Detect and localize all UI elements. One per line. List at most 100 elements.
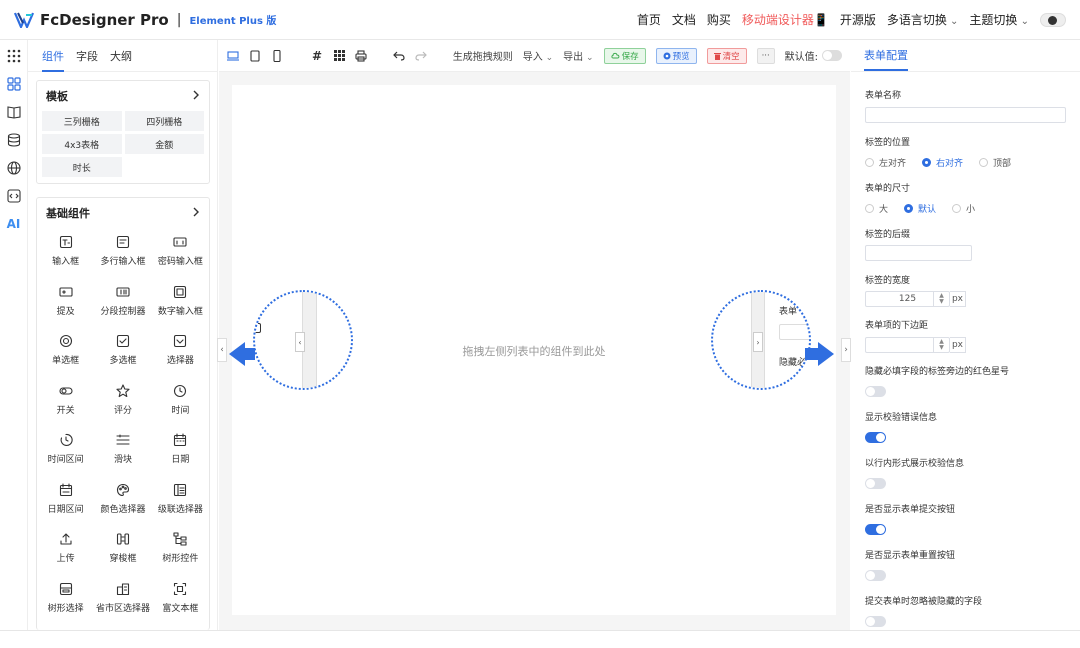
redo-icon[interactable] [415, 50, 427, 62]
ai-assistant-button[interactable]: AI [6, 216, 22, 232]
nav-open-source[interactable]: 开源版 [840, 11, 876, 28]
component-upload[interactable]: 上传 [37, 529, 94, 579]
component-segmented[interactable]: 分段控制器 [94, 282, 151, 332]
collapse-left-panel-button[interactable]: ‹ [217, 338, 227, 362]
component-switch[interactable]: 开关 [37, 381, 94, 431]
component-number-input[interactable]: 数字输入框 [152, 282, 209, 332]
component-radio[interactable]: 单选框 [37, 331, 94, 381]
undo-icon[interactable] [393, 50, 405, 62]
template-item[interactable]: 四列栅格 [124, 111, 204, 131]
radio-size-default[interactable]: 默认 [904, 202, 936, 215]
component-slider[interactable]: 滑块 [94, 430, 151, 480]
components-icon[interactable] [6, 76, 22, 92]
component-date-range[interactable]: 日期区间 [37, 480, 94, 530]
label-suffix-input[interactable] [865, 245, 972, 261]
top-navbar: FcDesigner Pro | Element Plus 版 首页 文档 购买… [0, 0, 1080, 40]
transfer-icon [116, 532, 130, 546]
toggle-label: 以行内形式展示校验信息 [865, 459, 965, 469]
default-value-toggle[interactable]: 默认值: [785, 48, 842, 63]
show-reset-button-switch[interactable] [865, 570, 886, 581]
generate-rules-button[interactable]: 生成拖拽规则 [453, 48, 513, 63]
component-password[interactable]: 密码输入框 [152, 232, 209, 282]
more-button[interactable]: ··· [756, 47, 775, 64]
template-item[interactable]: 三列栅格 [42, 111, 122, 131]
template-item[interactable]: 4x3表格 [42, 134, 122, 154]
book-icon[interactable] [6, 104, 22, 120]
component-select[interactable]: 选择器 [152, 331, 209, 381]
component-cascader[interactable]: 级联选择器 [152, 480, 209, 530]
default-value-switch[interactable] [822, 50, 842, 61]
radio-top-align[interactable]: 顶部 [979, 156, 1011, 169]
stepper-arrows-icon[interactable]: ▲ ▼ [933, 338, 949, 352]
left-panel-tabs: 组件 字段 大纲 [28, 40, 217, 72]
component-tree[interactable]: 树形控件 [152, 529, 209, 579]
nav-language-switch[interactable]: 多语言切换 [887, 11, 959, 28]
grid-icon[interactable] [333, 50, 345, 62]
print-icon[interactable] [355, 49, 367, 62]
clear-button[interactable]: 清空 [706, 47, 747, 64]
nav-home[interactable]: 首页 [637, 11, 661, 28]
hash-icon[interactable]: # [311, 49, 323, 63]
component-transfer[interactable]: 穿梭框 [94, 529, 151, 579]
component-region[interactable]: 省市区选择器 [94, 579, 151, 629]
component-label: 上传 [56, 554, 75, 564]
tablet-view-icon[interactable] [249, 49, 261, 62]
form-name-input[interactable] [865, 107, 1066, 123]
tab-fields[interactable]: 字段 [76, 48, 98, 64]
collapse-right-panel-button[interactable]: › [841, 338, 851, 362]
basic-components-header[interactable]: 基础组件 [37, 198, 209, 228]
component-clock[interactable]: 时间 [152, 381, 209, 431]
import-dropdown[interactable]: 导入 [523, 48, 553, 63]
template-item[interactable]: 金额 [124, 134, 204, 154]
radio-size-large[interactable]: 大 [865, 202, 888, 215]
component-textarea[interactable]: 多行输入框 [94, 232, 151, 282]
form-config-panel: 表单配置 表单名称 标签的位置 左对齐 右对齐 顶部 表单的尺寸 大 默认 小 … [851, 40, 1080, 630]
desktop-view-icon[interactable] [227, 50, 239, 62]
time-range-icon [59, 433, 73, 447]
apps-grid-icon[interactable] [6, 48, 22, 64]
inline-validation-switch[interactable] [865, 478, 886, 489]
database-icon[interactable] [6, 132, 22, 148]
ignore-hidden-fields-switch[interactable] [865, 616, 886, 627]
component-label: 树形选择 [47, 603, 84, 614]
code-icon[interactable] [6, 188, 22, 204]
save-button[interactable]: 保存 [603, 47, 646, 64]
label-width-stepper[interactable]: 125 ▲ ▼ px [865, 291, 966, 307]
component-tree-select[interactable]: 树形选择 [37, 579, 94, 629]
hide-required-asterisk-switch[interactable] [865, 386, 886, 397]
basic-components-grid: 输入框 多行输入框 密码输入框提及 分段控制器 数字输入框单选框 多选框 选择器开关 评分 时间… [37, 228, 209, 628]
component-star[interactable]: 评分 [94, 381, 151, 431]
tab-outline[interactable]: 大纲 [110, 48, 132, 64]
show-submit-button-switch[interactable] [865, 524, 886, 535]
radio-left-align[interactable]: 左对齐 [865, 156, 906, 169]
textarea-icon [116, 235, 130, 249]
component-label: 日期 [171, 455, 190, 465]
mobile-view-icon[interactable] [271, 49, 283, 62]
radio-right-align[interactable]: 右对齐 [922, 156, 963, 169]
preview-button[interactable]: 预览 [655, 47, 697, 64]
logo[interactable]: FcDesigner Pro | Element Plus 版 [14, 11, 276, 29]
stepper-arrows-icon[interactable]: ▲ ▼ [933, 292, 949, 306]
templates-header[interactable]: 模板 [37, 81, 209, 111]
nav-theme-switch[interactable]: 主题切换 [969, 11, 1029, 28]
component-text-input[interactable]: 输入框 [37, 232, 94, 282]
show-validation-message-switch[interactable] [865, 432, 886, 443]
tab-form-config[interactable]: 表单配置 [864, 47, 908, 71]
nav-buy[interactable]: 购买 [707, 11, 731, 28]
globe-icon[interactable] [6, 160, 22, 176]
nav-docs[interactable]: 文档 [672, 11, 696, 28]
theme-toggle[interactable] [1040, 12, 1066, 27]
component-rich-text[interactable]: 富文本框 [152, 579, 209, 629]
component-palette[interactable]: 颜色选择器 [94, 480, 151, 530]
item-margin-stepper[interactable]: ▲ ▼ px [865, 337, 966, 353]
component-checkbox[interactable]: 多选框 [94, 331, 151, 381]
nav-mobile-designer[interactable]: 移动端设计器📱 [742, 11, 829, 28]
template-item[interactable]: 时长 [42, 157, 122, 177]
component-time-range[interactable]: 时间区间 [37, 430, 94, 480]
form-size-radios: 大 默认 小 [865, 202, 975, 215]
export-dropdown[interactable]: 导出 [563, 48, 593, 63]
component-mention[interactable]: 提及 [37, 282, 94, 332]
tab-components[interactable]: 组件 [42, 48, 64, 72]
component-calendar[interactable]: 日期 [152, 430, 209, 480]
radio-size-small[interactable]: 小 [952, 202, 975, 215]
